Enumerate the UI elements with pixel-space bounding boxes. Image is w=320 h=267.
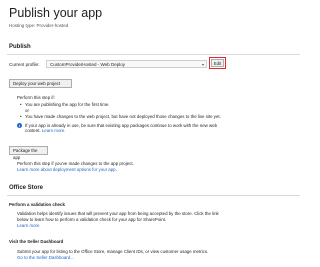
bullet-dot: • xyxy=(20,114,22,119)
validation-text-line1: Validation helps identify issues that wi… xyxy=(17,211,219,216)
info-text-line2: content. Learn more. xyxy=(25,128,66,133)
bullet-or: or xyxy=(25,108,29,113)
package-app-button[interactable]: Package the app xyxy=(9,146,48,160)
profile-select[interactable]: CustomProviderHosted - Web Deploy ▾ xyxy=(46,60,207,68)
package-step-text: Perform this step if you've made changes… xyxy=(17,161,134,166)
current-profile-label: Current profile: xyxy=(9,61,40,67)
publish-divider xyxy=(7,54,300,55)
edit-button[interactable]: Edit xyxy=(211,59,224,67)
page-title: Publish your app xyxy=(9,6,103,20)
info-text-line1: If your app is already in use, be sure t… xyxy=(25,122,218,128)
profile-select-value: CustomProviderHosted - Web Deploy xyxy=(50,62,125,68)
seller-dashboard-link[interactable]: Go to the Seller Dashboard... xyxy=(17,255,74,260)
seller-dashboard-text: Submit your app for listing to the Offic… xyxy=(17,249,209,254)
deploy-web-project-button[interactable]: Deploy your web project xyxy=(9,79,72,88)
hosting-type: Hosting type: Provider-hosted xyxy=(9,23,69,28)
learn-more-link[interactable]: Learn more. xyxy=(42,128,66,133)
bullet-dot: • xyxy=(20,102,22,107)
bullet-first-time: You are publishing the app for the first… xyxy=(25,102,110,107)
validation-text-line2: below to learn how to perform a validati… xyxy=(17,217,167,222)
bullet-changes: You have made changes to the web project… xyxy=(25,114,221,119)
chevron-down-icon: ▾ xyxy=(201,62,204,67)
office-store-section-title: Office Store xyxy=(9,185,44,191)
info-icon: i xyxy=(17,123,22,128)
perform-step-text: Perform this step if: xyxy=(17,95,55,100)
validation-learn-more-link[interactable]: Learn more xyxy=(17,223,39,228)
publish-section-title: Publish xyxy=(9,44,31,50)
seller-dashboard-heading: Visit the Seller Dashboard xyxy=(9,239,64,244)
validation-heading: Perform a validation check xyxy=(9,202,65,207)
deployment-options-link[interactable]: Learn more about deployment options for … xyxy=(17,167,117,172)
office-store-divider xyxy=(7,195,300,196)
